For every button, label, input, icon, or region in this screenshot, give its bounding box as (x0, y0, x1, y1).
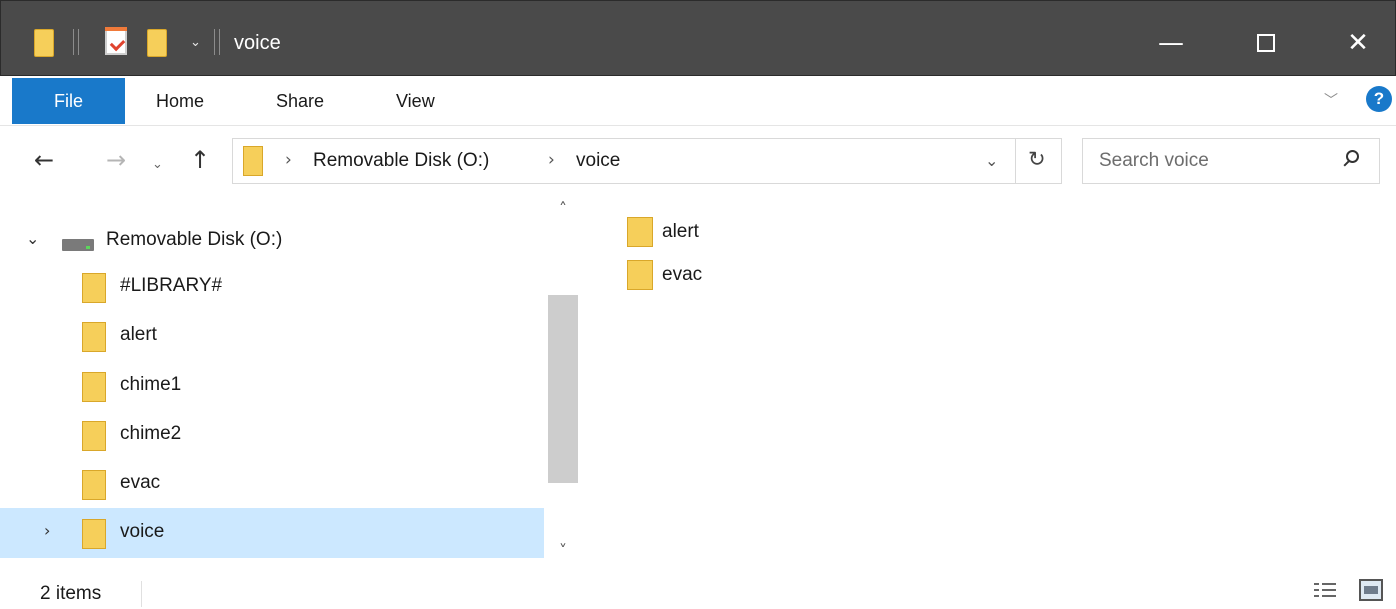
tree-item-chime2[interactable]: chime2 (0, 410, 544, 460)
tree-item-label: chime2 (120, 423, 182, 444)
tree-item-label: voice (120, 521, 165, 542)
qat-separator (73, 29, 79, 55)
tab-file[interactable]: File (12, 78, 125, 124)
folder-icon (243, 146, 263, 176)
folder-icon (627, 260, 653, 290)
breadcrumb-separator[interactable]: › (285, 150, 292, 170)
refresh-icon[interactable]: ↻ (1028, 147, 1046, 171)
address-bar[interactable]: › Removable Disk (O:) › voice ⌄ ↻ (232, 138, 1062, 184)
ribbon-tabs: File Home Share View ﹀ ? (0, 76, 1396, 126)
tree-item-alert[interactable]: alert (0, 311, 544, 361)
tab-view[interactable]: View (396, 78, 435, 124)
window-title: voice (234, 32, 281, 54)
search-box[interactable] (1082, 138, 1380, 184)
content-pane: alert evac (585, 195, 1396, 575)
large-icons-view-icon[interactable] (1359, 579, 1383, 601)
help-icon[interactable]: ? (1366, 86, 1392, 112)
search-input[interactable] (1099, 147, 1329, 175)
breadcrumb-voice[interactable]: voice (576, 150, 620, 172)
drive-icon (62, 239, 94, 251)
scroll-thumb[interactable] (548, 295, 578, 483)
minimize-button[interactable]: — (1151, 23, 1191, 63)
collapse-chevron-icon[interactable]: › (44, 521, 50, 540)
breadcrumb-removable-disk[interactable]: Removable Disk (O:) (313, 150, 489, 172)
tree-item-label: #LIBRARY# (120, 275, 223, 296)
expand-ribbon-icon[interactable]: ﹀ (1324, 90, 1338, 110)
folder-icon (82, 519, 106, 549)
status-divider (141, 581, 142, 607)
tree-item-removable-disk[interactable]: ⌄ Removable Disk (O:) (0, 216, 544, 266)
tree-item-label: alert (120, 324, 157, 345)
maximize-icon (1257, 34, 1275, 52)
navigation-pane: ⌄ Removable Disk (O:) #LIBRARY# alert ch… (0, 195, 580, 575)
tab-home[interactable]: Home (156, 78, 204, 124)
folder-icon (82, 322, 106, 352)
address-dropdown-icon[interactable]: ⌄ (985, 151, 998, 170)
expand-chevron-icon[interactable]: ⌄ (26, 229, 39, 248)
folder-icon (82, 273, 106, 303)
title-bar: ⌄ voice — ✕ (0, 0, 1396, 76)
close-button[interactable]: ✕ (1338, 23, 1378, 63)
item-count: 2 items (40, 583, 102, 604)
address-divider (1015, 139, 1016, 183)
tree-item-chime1[interactable]: chime1 (0, 361, 544, 411)
file-item-label: evac (662, 264, 703, 285)
folder-icon (82, 470, 106, 500)
breadcrumb-separator[interactable]: › (548, 150, 555, 170)
scroll-up-icon[interactable]: ˄ (548, 199, 578, 218)
recent-locations-button[interactable]: ⌄ (152, 151, 163, 179)
qat-dropdown-icon[interactable]: ⌄ (190, 36, 202, 49)
folder-icon (627, 217, 653, 247)
tree-item-voice[interactable]: › voice (0, 508, 544, 558)
details-view-icon[interactable] (1314, 580, 1336, 602)
address-row: ← → ⌄ ↑ › Removable Disk (O:) › voice ⌄ … (0, 127, 1396, 195)
file-item-evac[interactable]: evac (627, 253, 737, 291)
navigation-scrollbar[interactable]: ˄ ˅ (548, 195, 578, 575)
forward-button[interactable]: → (106, 146, 126, 174)
file-item-alert[interactable]: alert (627, 210, 737, 248)
folder-icon (82, 372, 106, 402)
new-folder-icon[interactable] (147, 29, 167, 57)
file-item-label: alert (662, 221, 699, 242)
tree-item-label: evac (120, 472, 161, 493)
status-bar: 2 items (0, 575, 1396, 609)
up-button[interactable]: ↑ (190, 146, 210, 174)
tree-item-label: chime1 (120, 374, 182, 395)
tree-item-evac[interactable]: evac (0, 459, 544, 509)
search-icon[interactable] (1341, 148, 1363, 174)
back-button[interactable]: ← (34, 146, 54, 174)
tree-item-library[interactable]: #LIBRARY# (0, 262, 544, 312)
folder-icon (34, 29, 54, 57)
properties-icon[interactable] (105, 27, 127, 55)
qat-separator (214, 29, 220, 55)
scroll-down-icon[interactable]: ˅ (548, 541, 578, 560)
tab-share[interactable]: Share (276, 78, 324, 124)
tree-item-label: Removable Disk (O:) (106, 229, 283, 250)
folder-icon (82, 421, 106, 451)
maximize-button[interactable] (1246, 23, 1286, 63)
